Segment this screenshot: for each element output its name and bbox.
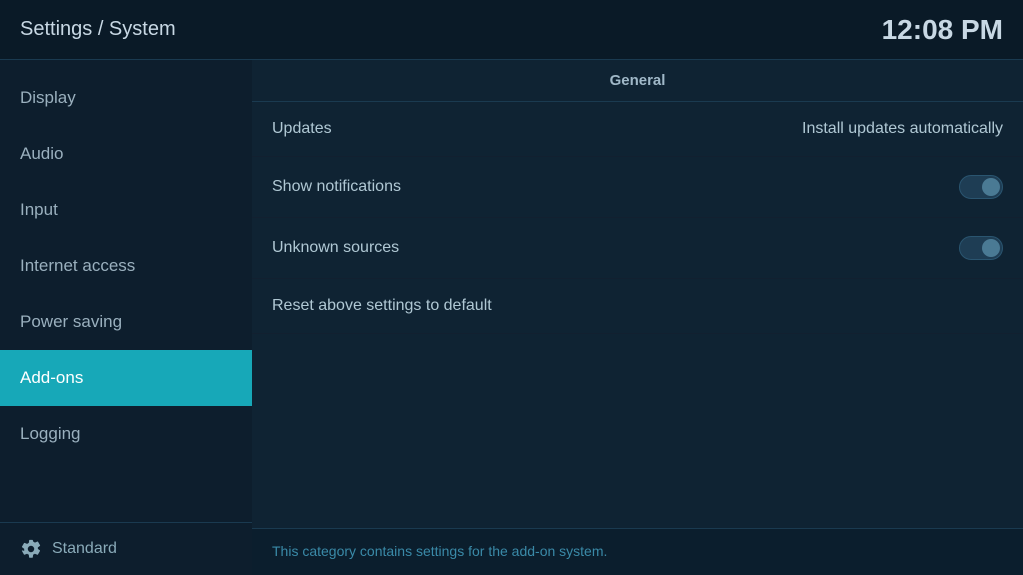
settings-row-show-notifications[interactable]: Show notifications: [252, 157, 1023, 218]
sidebar-item-add-ons[interactable]: Add-ons: [0, 350, 252, 406]
reset-row[interactable]: Reset above settings to default: [252, 279, 1023, 334]
row-label-unknown-sources: Unknown sources: [272, 239, 399, 257]
reset-label: Reset above settings to default: [272, 297, 492, 315]
sidebar-item-audio[interactable]: Audio: [0, 126, 252, 182]
clock: 12:08 PM: [882, 14, 1003, 46]
toggle-knob-unknown-sources: [982, 239, 1000, 257]
sidebar-item-display[interactable]: Display: [0, 70, 252, 126]
toggle-knob-show-notifications: [982, 178, 1000, 196]
content-area: General Updates Install updates automatic…: [252, 60, 1023, 575]
sidebar-item-power-saving[interactable]: Power saving: [0, 294, 252, 350]
page-title: Settings / System: [20, 18, 176, 41]
content-footer: This category contains settings for the …: [252, 528, 1023, 575]
section-general-header: General: [252, 60, 1023, 102]
settings-content: General Updates Install updates automatic…: [252, 60, 1023, 528]
settings-row-unknown-sources[interactable]: Unknown sources: [252, 218, 1023, 279]
gear-icon: [20, 538, 42, 560]
toggle-unknown-sources[interactable]: [959, 236, 1003, 260]
footer-note: This category contains settings for the …: [272, 543, 607, 559]
sidebar-bottom[interactable]: Standard: [0, 522, 252, 575]
standard-label: Standard: [52, 540, 117, 558]
row-label-show-notifications: Show notifications: [272, 178, 401, 196]
row-label-updates: Updates: [272, 120, 332, 138]
sidebar-item-input[interactable]: Input: [0, 182, 252, 238]
sidebar-item-internet-access[interactable]: Internet access: [0, 238, 252, 294]
row-value-updates: Install updates automatically: [802, 120, 1003, 138]
main-layout: DisplayAudioInputInternet accessPower sa…: [0, 60, 1023, 575]
settings-row-updates: Updates Install updates automatically: [252, 102, 1023, 157]
toggle-show-notifications[interactable]: [959, 175, 1003, 199]
app-header: Settings / System 12:08 PM: [0, 0, 1023, 60]
sidebar: DisplayAudioInputInternet accessPower sa…: [0, 60, 252, 575]
sidebar-item-logging[interactable]: Logging: [0, 406, 252, 462]
